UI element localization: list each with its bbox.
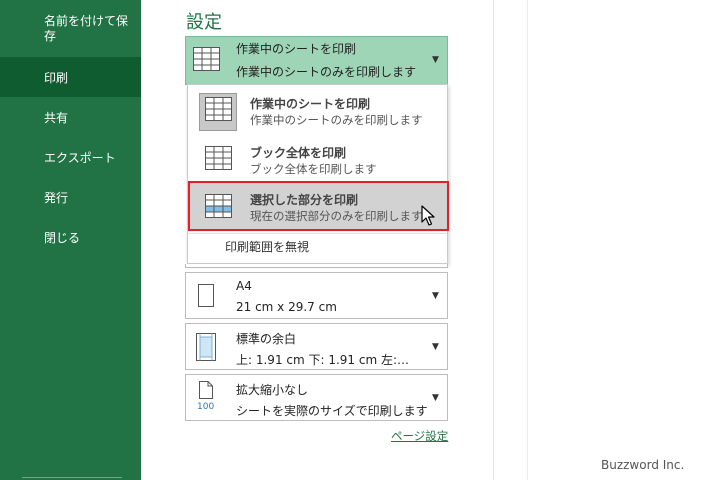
workbook-grid-icon [205, 146, 232, 170]
sheet-grid-icon [205, 97, 232, 121]
watermark: Buzzword Inc. [601, 458, 685, 472]
sidebar-item-close[interactable]: 閉じる [0, 217, 141, 257]
menu-item-subtitle: 現在の選択部分のみを印刷します [250, 209, 423, 223]
sidebar-divider [22, 477, 122, 478]
menu-item-subtitle: 作業中のシートのみを印刷します [250, 113, 423, 127]
menu-item-ignore-print-area[interactable]: 印刷範囲を無視 [225, 238, 309, 255]
paper-size-title: A4 [236, 279, 252, 293]
scaling-title: 拡大縮小なし [236, 383, 309, 397]
print-what-menu: 作業中のシートを印刷 作業中のシートのみを印刷します ブック全体を印刷 ブック全… [187, 84, 449, 264]
page-icon [198, 284, 214, 307]
paper-size-dropdown[interactable]: A4 21 cm x 29.7 cm ▼ [185, 272, 448, 319]
print-what-title: 作業中のシートを印刷 [236, 42, 357, 56]
menu-separator [188, 233, 447, 234]
sidebar-item-label: 印刷 [44, 70, 69, 85]
menu-item-selection[interactable]: 選択した部分を印刷 現在の選択部分のみを印刷します [188, 181, 447, 231]
chevron-down-icon: ▼ [432, 291, 439, 301]
sidebar-item-print[interactable]: 印刷 [0, 57, 141, 97]
menu-item-title: 作業中のシートを印刷 [250, 97, 371, 111]
menu-item-subtitle: ブック全体を印刷します [250, 162, 377, 176]
sidebar-item-label: 閉じる [44, 230, 81, 245]
hidden-dropdown-edge [185, 264, 448, 268]
margins-icon [196, 333, 216, 361]
chevron-down-icon: ▼ [432, 393, 439, 403]
menu-item-title: 選択した部分を印刷 [250, 193, 359, 207]
settings-title: 設定 [186, 12, 222, 33]
sheet-grid-icon [193, 47, 220, 71]
mouse-cursor-icon [421, 205, 435, 226]
menu-item-title: ブック全体を印刷 [250, 146, 347, 160]
sidebar-item-share[interactable]: 共有 [0, 97, 141, 137]
sidebar-item-save-as[interactable]: 名前を付けて保存 [0, 10, 141, 50]
margins-dropdown[interactable]: 標準の余白 上: 1.91 cm 下: 1.91 cm 左:… ▼ [185, 323, 448, 370]
paper-size-subtitle: 21 cm x 29.7 cm [236, 300, 337, 314]
scaling-subtitle: シートを実際のサイズで印刷します [236, 404, 428, 418]
sidebar-item-publish[interactable]: 発行 [0, 177, 141, 217]
margins-subtitle: 上: 1.91 cm 下: 1.91 cm 左:… [236, 353, 410, 367]
page-setup-link[interactable]: ページ設定 [391, 428, 448, 444]
backstage-sidebar: 名前を付けて保存 印刷 共有 エクスポート 発行 閉じる [0, 0, 141, 480]
scaling-dropdown[interactable]: 100 拡大縮小なし シートを実際のサイズで印刷します ▼ [185, 374, 448, 421]
selection-grid-icon [205, 194, 232, 218]
print-what-subtitle: 作業中のシートのみを印刷します [236, 65, 417, 79]
chevron-down-icon: ▼ [432, 55, 439, 65]
print-preview-area [494, 0, 728, 480]
page-scale-icon [199, 381, 213, 399]
sidebar-item-export[interactable]: エクスポート [0, 137, 141, 177]
sidebar-item-label: 発行 [44, 190, 69, 205]
preview-divider [527, 0, 528, 480]
sidebar-item-label: エクスポート [44, 150, 116, 165]
menu-item-active-sheet[interactable]: 作業中のシートを印刷 作業中のシートのみを印刷します [188, 85, 447, 133]
menu-item-entire-workbook[interactable]: ブック全体を印刷 ブック全体を印刷します [188, 133, 447, 181]
chevron-down-icon: ▼ [432, 342, 439, 352]
sidebar-item-label: 共有 [44, 110, 69, 125]
margins-title: 標準の余白 [236, 332, 297, 346]
sidebar-item-label: 名前を付けて保存 [44, 14, 129, 43]
scale-percent-label: 100 [197, 402, 215, 412]
print-what-dropdown[interactable]: 作業中のシートを印刷 作業中のシートのみを印刷します ▼ [185, 36, 448, 85]
